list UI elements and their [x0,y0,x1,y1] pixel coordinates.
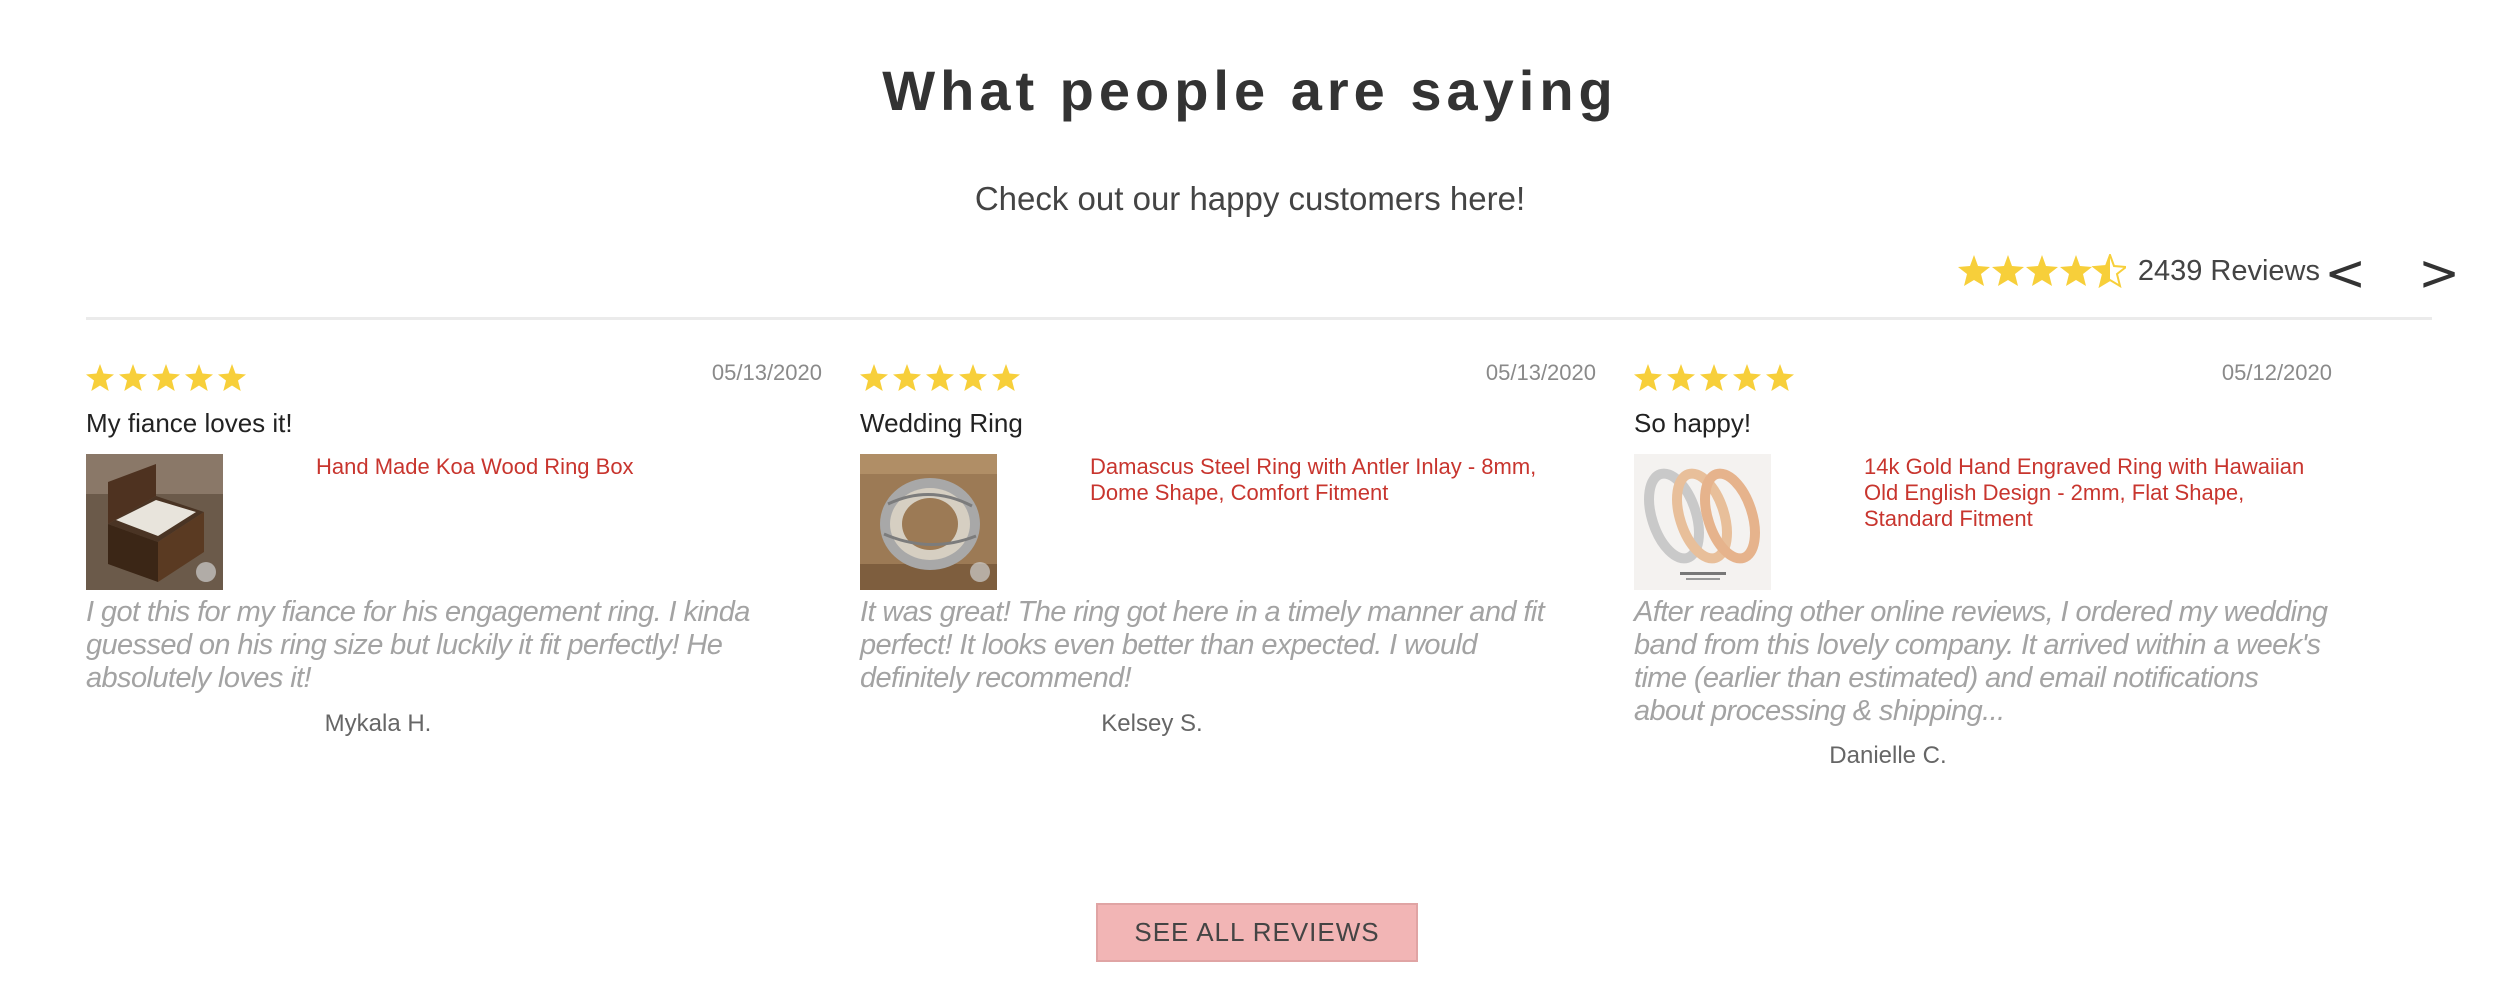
star-icon [1957,255,1990,286]
star-icon [1991,255,2024,286]
review-body: It was great! The ring got here in a tim… [860,596,1545,694]
review-card: 05/13/2020 My fiance loves it! Hand Made… [86,360,822,790]
star-icon [959,364,987,391]
review-title: So happy! [1634,408,1752,438]
damascus-ring-icon[interactable] [860,454,997,590]
star-icon [1700,364,1728,391]
review-rating-stars [1634,362,1798,392]
ring-box-icon[interactable] [86,454,223,590]
average-rating-stars-svg [1957,254,2126,288]
star-icon [1634,364,1662,391]
star-icon [185,364,213,391]
average-rating-stars [1957,254,2126,288]
product-link[interactable]: Damascus Steel Ring with Antler Inlay - … [1090,454,1576,506]
review-date: 05/13/2020 [711,360,822,385]
review-card: 05/12/2020 So happy! 14k Gold Hand Engra… [1634,360,2370,790]
review-date: 05/12/2020 [2221,360,2332,385]
review-author: Mykala H. [324,710,432,737]
section-title: What people are saying [882,59,1618,122]
star-icon [926,364,954,391]
star-icon [86,364,114,391]
star-icon [992,364,1020,391]
product-link[interactable]: Hand Made Koa Wood Ring Box [316,454,802,480]
star-icon [1733,364,1761,391]
review-rating-stars [86,362,250,392]
review-author: Kelsey S. [1101,710,1203,737]
star-icon [1766,364,1794,391]
review-author: Danielle C. [1829,742,1947,769]
star-icon [2059,255,2092,286]
star-icon [1667,364,1695,391]
star-icon [860,364,888,391]
gold-rings-icon[interactable] [1634,454,1771,590]
review-rating-stars [860,362,1024,392]
half-star-icon [2091,254,2126,288]
star-icon [218,364,246,391]
star-icon [893,364,921,391]
review-body: I got this for my fiance for his engagem… [86,596,750,694]
review-title: Wedding Ring [860,408,1023,438]
star-icon [152,364,180,391]
see-all-reviews-button[interactable]: SEE ALL REVIEWS [1096,903,1418,962]
review-card: 05/13/2020 Wedding Ring Damascus Steel R… [860,360,1596,790]
rating-summary: 2439 Reviews [1957,254,2320,288]
next-arrow-button[interactable]: > [2418,248,2460,298]
review-count[interactable]: 2439 Reviews [2138,255,2320,288]
review-date: 05/13/2020 [1485,360,1596,385]
product-link[interactable]: 14k Gold Hand Engraved Ring with Hawaiia… [1864,454,2330,532]
star-icon [2025,255,2058,286]
divider [86,317,2432,320]
review-body: After reading other online reviews, I or… [1634,596,2328,727]
review-title: My fiance loves it! [86,408,293,438]
prev-arrow-button[interactable]: < [2324,248,2366,298]
review-stars-svg [86,364,246,391]
star-icon [119,364,147,391]
carousel-controls: < > [2324,248,2460,298]
review-stars-svg [860,364,1020,391]
section-subtitle: Check out our happy customers here! [974,180,1526,217]
review-stars-svg [1634,364,1794,391]
